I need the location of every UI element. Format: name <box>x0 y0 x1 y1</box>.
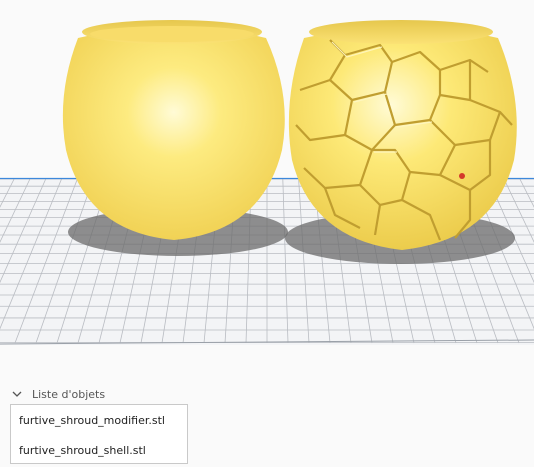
list-item[interactable]: furtive_shroud_modifier.stl <box>19 414 165 427</box>
list-item[interactable]: furtive_shroud_shell.stl <box>19 444 146 457</box>
model-furtive-shroud-modifier[interactable] <box>62 20 285 240</box>
object-list-title: Liste d'objets <box>32 387 106 401</box>
model-right-rim <box>309 20 493 44</box>
object-list[interactable]: furtive_shroud_modifier.stl furtive_shro… <box>10 404 188 464</box>
object-list-panel: Liste d'objets furtive_shroud_modifier.s… <box>0 378 534 467</box>
model-furtive-shroud-shell[interactable] <box>288 20 517 250</box>
seam-marker <box>459 173 465 179</box>
chevron-down-icon[interactable] <box>10 387 24 401</box>
object-list-toggle[interactable]: Liste d'objets <box>10 384 105 404</box>
